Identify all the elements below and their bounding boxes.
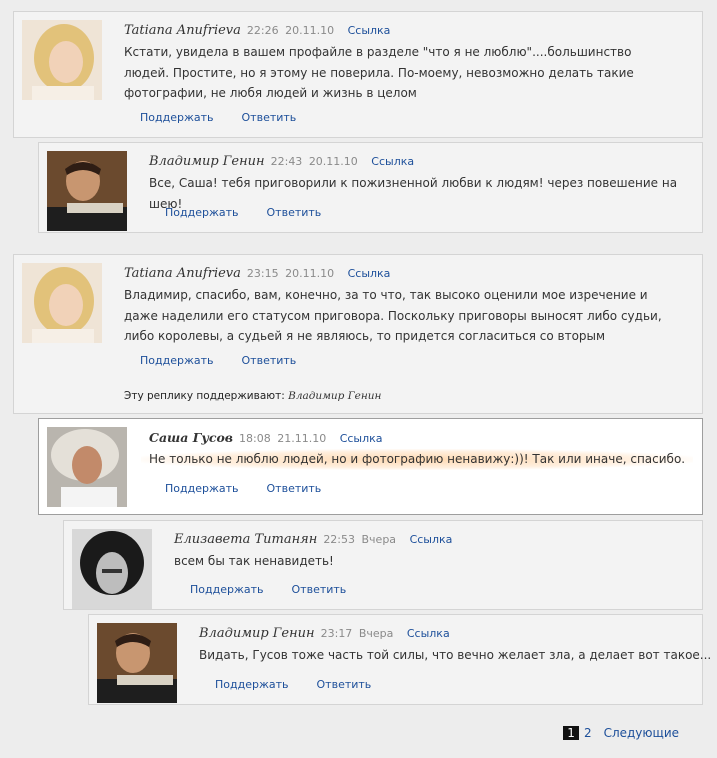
permalink[interactable]: Ссылка — [348, 267, 391, 280]
comment-actions: Поддержать Ответить — [140, 354, 296, 367]
comment-text: Владимир, спасибо, вам, конечно, за то ч… — [124, 288, 662, 343]
comment-card: Саша Гусов 18:08 21.11.10 Ссылка Не тольк… — [38, 418, 703, 515]
comment-header: Владимир Генин 22:43 20.11.10 Ссылка — [149, 154, 414, 169]
avatar[interactable] — [47, 427, 127, 507]
avatar[interactable] — [47, 151, 127, 231]
comment-date: Вчера — [358, 627, 394, 640]
avatar[interactable] — [72, 529, 152, 609]
supporter-name[interactable]: Владимир Генин — [288, 390, 381, 402]
comment-date: 21.11.10 — [277, 432, 327, 445]
permalink[interactable]: Ссылка — [407, 627, 450, 640]
comment-time: 23:15 — [246, 267, 279, 280]
avatar[interactable] — [22, 263, 102, 343]
comment-time: 22:53 — [323, 533, 356, 546]
author-name[interactable]: Tatiana Anufrieva — [124, 23, 241, 38]
reply-button[interactable]: Ответить — [292, 583, 347, 596]
supporters-label: Эту реплику поддерживают: — [124, 390, 285, 402]
page-link-2[interactable]: 2 — [584, 726, 592, 740]
comment-actions: Поддержать Ответить — [165, 482, 321, 495]
comment-date: 20.11.10 — [285, 24, 335, 37]
comment-date: Вчера — [361, 533, 397, 546]
permalink[interactable]: Ссылка — [340, 432, 383, 445]
comment-text: Не только не люблю людей, но и фотографи… — [141, 449, 694, 470]
page-current: 1 — [563, 726, 579, 740]
comment-time: 22:26 — [246, 24, 279, 37]
comment-date: 20.11.10 — [285, 267, 335, 280]
comments-page: Tatiana Anufrieva 22:26 20.11.10 Ссылка К… — [0, 0, 717, 758]
support-button[interactable]: Поддержать — [140, 354, 214, 367]
reply-button[interactable]: Ответить — [267, 482, 322, 495]
permalink[interactable]: Ссылка — [410, 533, 453, 546]
comment-header: Tatiana Anufrieva 22:26 20.11.10 Ссылка — [124, 23, 390, 38]
comment-date: 20.11.10 — [308, 155, 358, 168]
comment-text: всем бы так ненавидеть! — [174, 554, 334, 568]
comment-actions: Поддержать Ответить — [190, 583, 346, 596]
comment-card: Tatiana Anufrieva 23:15 20.11.10 Ссылка В… — [13, 254, 703, 414]
comment-actions: Поддержать Ответить — [165, 206, 321, 219]
support-button[interactable]: Поддержать — [165, 206, 239, 219]
comment-time: 23:17 — [320, 627, 353, 640]
author-name[interactable]: Владимир Генин — [199, 626, 315, 641]
support-button[interactable]: Поддержать — [215, 678, 289, 691]
support-button[interactable]: Поддержать — [165, 482, 239, 495]
next-page-link[interactable]: Следующие — [604, 726, 679, 740]
reply-button[interactable]: Ответить — [242, 354, 297, 367]
support-button[interactable]: Поддержать — [140, 111, 214, 124]
comment-header: Tatiana Anufrieva 23:15 20.11.10 Ссылка — [124, 266, 390, 281]
comment-text: Видать, Гусов тоже часть той силы, что в… — [199, 648, 712, 662]
pagination: 1 2 Следующие — [563, 726, 679, 740]
comment-card: Елизавета Титанян 22:53 Вчера Ссылка всем… — [63, 520, 703, 610]
permalink[interactable]: Ссылка — [371, 155, 414, 168]
support-button[interactable]: Поддержать — [190, 583, 264, 596]
comment-time: 18:08 — [239, 432, 271, 445]
reply-button[interactable]: Ответить — [267, 206, 322, 219]
avatar[interactable] — [22, 20, 102, 100]
author-name[interactable]: Tatiana Anufrieva — [124, 266, 241, 281]
comment-text: Кстати, увидела в вашем профайле в разде… — [124, 45, 634, 100]
author-name[interactable]: Саша Гусов — [149, 430, 233, 445]
comment-header: Елизавета Титанян 22:53 Вчера Ссылка — [174, 532, 452, 547]
comment-card: Tatiana Anufrieva 22:26 20.11.10 Ссылка К… — [13, 11, 703, 138]
comment-card: Владимир Генин 23:17 Вчера Ссылка Видать,… — [88, 614, 712, 705]
reply-button[interactable]: Ответить — [317, 678, 372, 691]
comment-actions: Поддержать Ответить — [140, 111, 296, 124]
comment-card: Владимир Генин 22:43 20.11.10 Ссылка Все,… — [38, 142, 703, 233]
comment-actions: Поддержать Ответить — [215, 678, 371, 691]
permalink[interactable]: Ссылка — [348, 24, 391, 37]
author-name[interactable]: Владимир Генин — [149, 154, 265, 169]
avatar[interactable] — [97, 623, 177, 703]
reply-button[interactable]: Ответить — [242, 111, 297, 124]
supporters-line: Эту реплику поддерживают: Владимир Генин — [124, 390, 381, 402]
comment-header: Владимир Генин 23:17 Вчера Ссылка — [199, 626, 450, 641]
comment-time: 22:43 — [270, 155, 303, 168]
author-name[interactable]: Елизавета Титанян — [174, 532, 317, 547]
comment-header: Саша Гусов 18:08 21.11.10 Ссылка — [149, 430, 383, 445]
